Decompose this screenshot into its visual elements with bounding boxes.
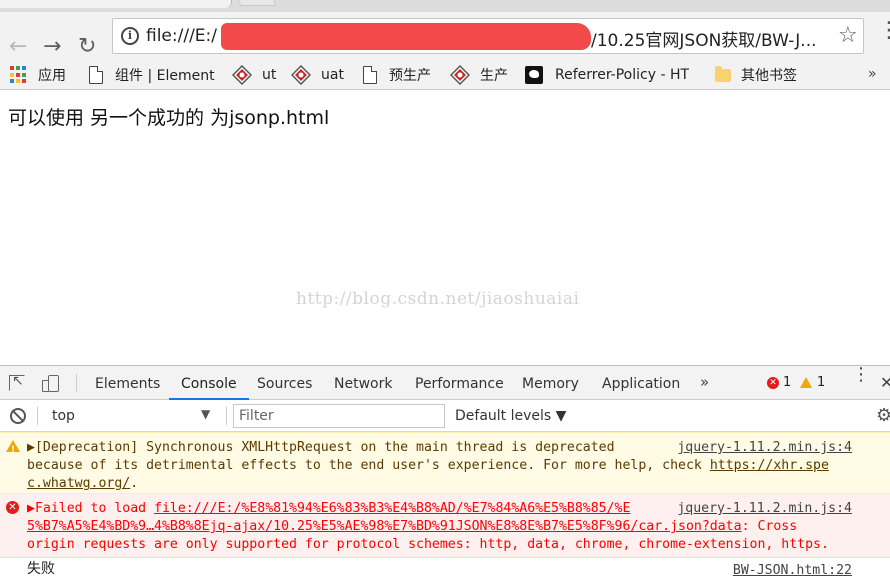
message-text: 失败 — [27, 561, 55, 577]
message-text: ▶Failed to load — [27, 501, 155, 516]
tab-application[interactable]: Application — [602, 366, 680, 400]
context-selector[interactable]: top ▼ — [52, 407, 217, 424]
diamond-icon — [232, 65, 252, 85]
error-counter[interactable]: ✕ 1 — [767, 375, 791, 390]
chrome-menu-icon[interactable]: ⋮ — [878, 20, 890, 42]
log-levels-dropdown[interactable]: Default levels ▼ — [455, 408, 566, 424]
error-count: 1 — [783, 375, 792, 390]
warning-icon — [6, 440, 20, 459]
page-viewport: 可以使用 另一个成功的 为jsonp.html http://blog.csdn… — [0, 91, 890, 365]
divider — [226, 407, 227, 425]
more-tabs-button[interactable]: » — [700, 373, 709, 391]
context-value: top — [52, 408, 75, 424]
tab-network[interactable]: Network — [334, 366, 392, 400]
tab-elements[interactable]: Elements — [95, 366, 160, 400]
browser-tab[interactable] — [0, 0, 232, 8]
url-prefix: file:///E:/ — [146, 26, 217, 46]
tab-sources[interactable]: Sources — [257, 366, 312, 400]
bookmarks-overflow-button[interactable]: » — [868, 66, 877, 82]
bookmark-label: 生产 — [480, 68, 508, 84]
message-source-link[interactable]: BW-JSON.html:22 — [733, 562, 852, 580]
bookmark-element[interactable]: 组件 | Element — [89, 64, 215, 86]
tab-strip — [0, 0, 890, 12]
console-error-message[interactable]: ✕ ▶Failed to load file:///E:/%E8%81%94%E… — [0, 494, 890, 558]
message-source-link[interactable]: jquery-1.11.2.min.js:4 — [677, 500, 852, 518]
devtools-panel: Elements Console Sources Network Perform… — [0, 365, 890, 582]
page-icon — [363, 66, 377, 84]
dropdown-arrow-icon: ▼ — [201, 407, 211, 421]
message-source-link[interactable]: jquery-1.11.2.min.js:4 — [677, 439, 852, 457]
forward-arrow-icon[interactable]: → — [43, 36, 61, 58]
message-text: . — [130, 476, 139, 491]
tab-console[interactable]: Console — [169, 366, 249, 400]
bookmark-prod[interactable]: 生产 — [450, 64, 508, 86]
folder-icon — [715, 65, 731, 82]
address-bar[interactable]: i file:///E:/ /10.25官网JSON获取/BW-J... ☆ — [112, 18, 864, 54]
warning-counter[interactable]: 1 — [800, 375, 825, 390]
console-output: ▶[Deprecation] Synchronous XMLHttpReques… — [0, 432, 890, 582]
bookmark-apps[interactable]: 应用 — [10, 64, 66, 86]
diamond-icon — [291, 65, 311, 85]
page-text: 可以使用 另一个成功的 为jsonp.html — [8, 107, 330, 129]
divider — [37, 407, 38, 425]
message-text: ▶[Deprecation] Synchronous XMLHttpReques… — [27, 440, 702, 473]
reload-icon[interactable]: ↻ — [78, 36, 96, 58]
error-icon: ✕ — [767, 376, 779, 389]
bookmark-ut[interactable]: ut — [232, 64, 276, 86]
browser-toolbar: ← → ↻ i file:///E:/ /10.25官网JSON获取/BW-J.… — [0, 12, 890, 60]
close-icon[interactable]: ✕ — [880, 373, 890, 392]
bookmark-label: ut — [262, 67, 277, 83]
bookmark-label: uat — [321, 67, 344, 83]
bookmark-preprod[interactable]: 预生产 — [363, 64, 431, 86]
bookmark-label: 预生产 — [389, 68, 431, 84]
redaction-mark — [221, 23, 591, 50]
bookmark-star-icon[interactable]: ☆ — [838, 23, 858, 48]
bookmark-referrer-policy[interactable]: Referrer-Policy - HT — [525, 64, 689, 86]
bookmark-label: 组件 | Element — [115, 68, 215, 84]
bookmark-label: 应用 — [38, 68, 66, 84]
warning-count: 1 — [817, 375, 826, 390]
new-tab-button[interactable] — [235, 0, 277, 6]
clear-console-icon[interactable] — [10, 408, 26, 424]
bookmarks-bar: 应用 组件 | Element ut uat 预生产 生产 Referrer-P… — [0, 60, 890, 90]
watermark: http://blog.csdn.net/jiaoshuaiai — [296, 289, 580, 309]
back-arrow-icon[interactable]: ← — [9, 36, 27, 58]
bookmark-label: Referrer-Policy - HT — [555, 67, 690, 83]
url-suffix: /10.25官网JSON获取/BW-J... — [591, 31, 817, 51]
console-log-message[interactable]: 失败 BW-JSON.html:22 — [0, 558, 890, 580]
console-filter-bar: top ▼ Default levels ▼ ⚙ — [0, 400, 890, 432]
warning-icon — [800, 377, 812, 388]
inspect-element-icon[interactable] — [9, 373, 25, 391]
site-icon — [525, 66, 543, 84]
page-icon — [89, 66, 103, 84]
filter-input[interactable] — [233, 404, 445, 428]
gear-icon[interactable]: ⚙ — [876, 405, 890, 426]
tab-performance[interactable]: Performance — [415, 366, 504, 400]
bookmark-uat[interactable]: uat — [291, 64, 344, 86]
console-warning-message[interactable]: ▶[Deprecation] Synchronous XMLHttpReques… — [0, 432, 890, 494]
device-toolbar-icon[interactable] — [42, 375, 60, 393]
bookmark-other[interactable]: 其他书签 — [715, 64, 797, 86]
diamond-icon — [450, 65, 470, 85]
divider — [76, 374, 77, 392]
devtools-tabbar: Elements Console Sources Network Perform… — [0, 366, 890, 400]
devtools-menu-icon[interactable]: ⋮ — [852, 366, 870, 384]
apps-grid-icon — [10, 66, 28, 84]
error-icon: ✕ — [6, 501, 19, 514]
info-icon[interactable]: i — [121, 27, 139, 45]
tab-memory[interactable]: Memory — [522, 366, 579, 400]
bookmark-label: 其他书签 — [741, 68, 797, 84]
